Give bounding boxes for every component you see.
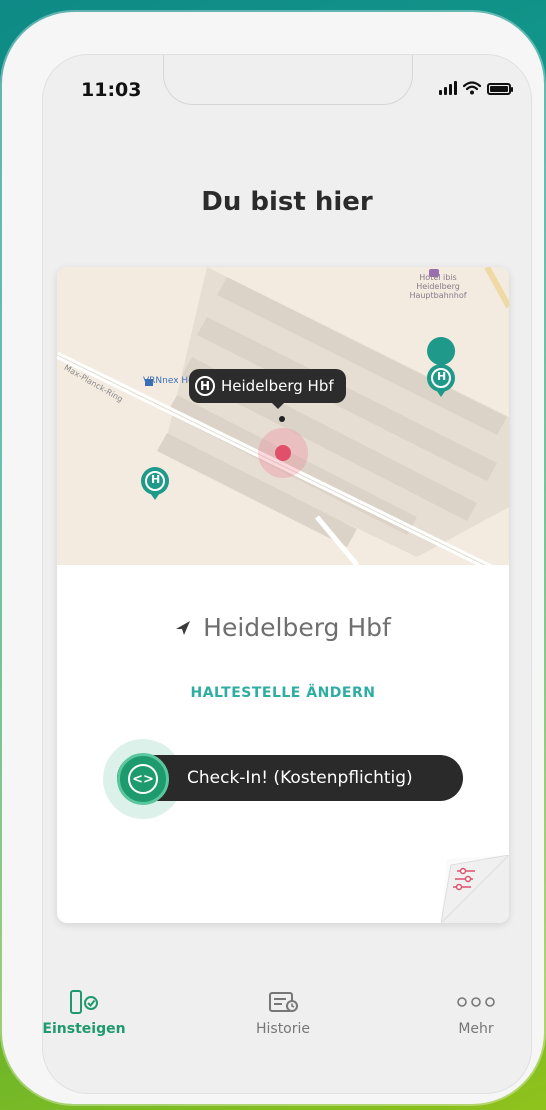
stop-marker-left-letter: H: [151, 473, 161, 486]
hotel-map-label: Hotel ibis Heidelberg Hauptbahnhof: [409, 273, 467, 300]
change-stop-link[interactable]: HALTESTELLE ÄNDERN: [57, 685, 509, 701]
wifi-icon: [463, 81, 481, 95]
station-h-icon: H: [195, 376, 215, 396]
phone-frame: 11:03 Du bist hier H H Hotel ibis Heidel…: [2, 12, 544, 1104]
tab-historie[interactable]: Historie: [228, 985, 338, 1037]
map-view[interactable]: H H Hotel ibis Heidelberg Hauptbahnhof V…: [57, 267, 509, 565]
station-name: Heidelberg Hbf: [57, 613, 509, 642]
tab-mehr[interactable]: Mehr: [421, 985, 531, 1037]
signal-icon: [439, 81, 457, 95]
station-tooltip: H Heidelberg Hbf: [189, 369, 346, 409]
stop-marker-right-letter: H: [437, 370, 447, 383]
tab-historie-label: Historie: [255, 1021, 311, 1037]
more-dots-icon: [457, 997, 495, 1007]
tab-einsteigen-label: Einsteigen: [42, 1021, 126, 1037]
status-time: 11:03: [81, 79, 142, 101]
status-icons: [439, 81, 513, 95]
page-title: Du bist hier: [201, 187, 373, 217]
settings-dogear[interactable]: [440, 854, 509, 923]
history-icon: [269, 992, 298, 1012]
tab-einsteigen[interactable]: Einsteigen: [42, 985, 139, 1037]
notch: [163, 55, 413, 105]
tooltip-label: Heidelberg Hbf: [221, 377, 334, 395]
code-brackets-icon: <>: [128, 764, 158, 794]
tab-mehr-label: Mehr: [458, 1021, 494, 1037]
ticket-check-icon: [70, 990, 98, 1014]
location-arrow-icon: [176, 620, 191, 635]
checkin-label: Check-In! (Kostenpflichtig): [187, 768, 413, 788]
sliders-icon: [440, 854, 509, 923]
checkin-slider-handle[interactable]: <>: [117, 753, 169, 805]
phone-screen: 11:03 Du bist hier H H Hotel ibis Heidel…: [42, 54, 532, 1094]
location-card: H H Hotel ibis Heidelberg Hauptbahnhof V…: [57, 267, 509, 923]
battery-icon: [487, 83, 513, 95]
station-name-text: Heidelberg Hbf: [203, 613, 391, 642]
tab-bar: Einsteigen Historie Mehr: [43, 985, 531, 1055]
map-canvas: [57, 267, 509, 565]
